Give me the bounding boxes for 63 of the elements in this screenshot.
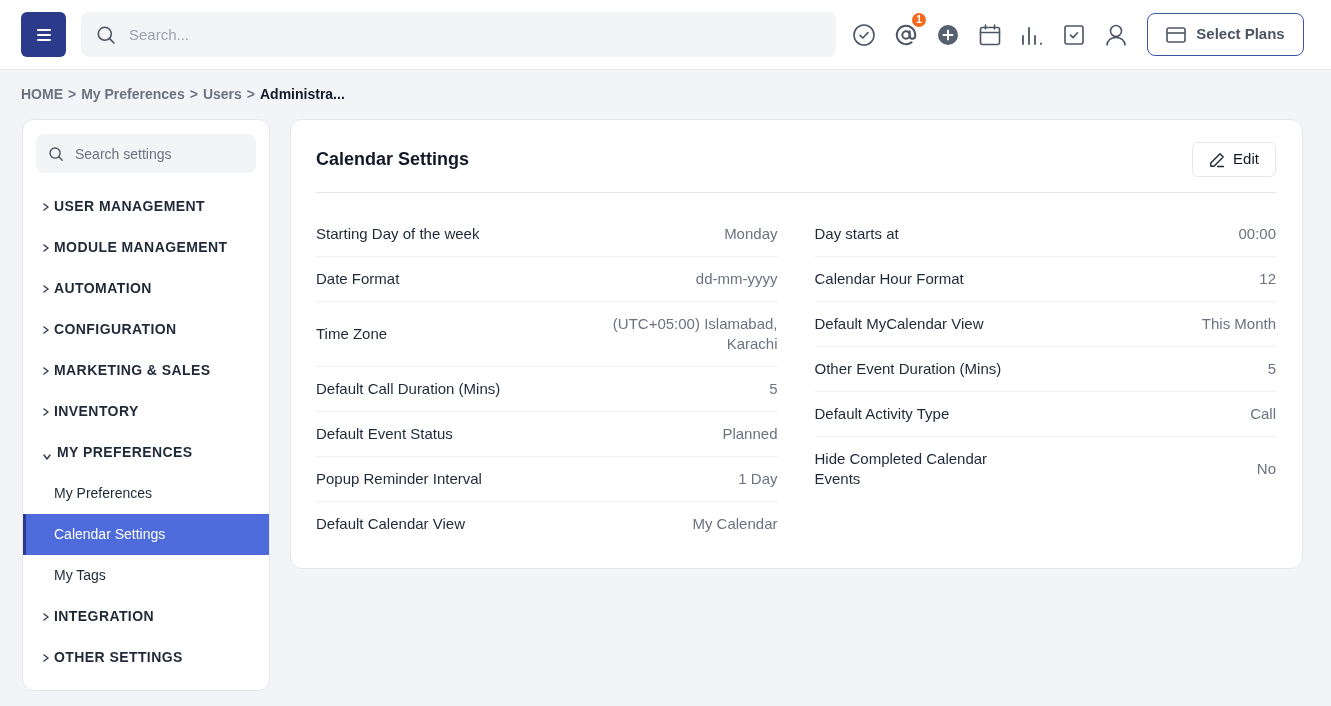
sidebar-section-toggle[interactable]: MARKETING & SALES — [23, 350, 269, 391]
breadcrumb-current: Administra... — [260, 85, 345, 104]
setting-value: (UTC+05:00) Islamabad, Karachi — [611, 314, 778, 354]
user-icon[interactable] — [1105, 23, 1127, 46]
setting-label: Time Zone — [316, 324, 388, 344]
breadcrumb-separator: > — [189, 85, 198, 104]
check-circle-icon[interactable] — [853, 23, 875, 46]
setting-label: Date Format — [316, 269, 400, 289]
plus-circle-icon[interactable] — [937, 23, 959, 46]
setting-value: 00:00 — [1238, 224, 1276, 244]
pencil-icon — [1209, 151, 1226, 168]
settings-search-field[interactable]: Search settings — [36, 134, 256, 173]
search-icon — [49, 147, 63, 161]
setting-label: Default Activity Type — [814, 404, 950, 424]
setting-value: This Month — [1201, 314, 1276, 334]
sidebar-section-toggle[interactable]: CONFIGURATION — [23, 309, 269, 350]
search-icon — [97, 26, 115, 44]
setting-label: Popup Reminder Interval — [316, 469, 482, 489]
setting-value: 12 — [1259, 269, 1276, 289]
credit-card-icon — [1166, 26, 1187, 43]
setting-label: Day starts at — [814, 224, 899, 244]
breadcrumb-separator: > — [246, 85, 255, 104]
setting-value: 1 Day — [738, 469, 778, 489]
checkbox-icon[interactable] — [1063, 23, 1085, 46]
setting-label: Hide Completed Calendar Events — [814, 449, 989, 489]
sidebar-section-toggle[interactable]: AUTOMATION — [23, 268, 269, 309]
sidebar-section-toggle[interactable]: OTHER SETTINGS — [23, 637, 269, 678]
menu-icon — [36, 28, 51, 41]
sidebar-item[interactable]: My Tags — [23, 555, 269, 596]
setting-value: My Calendar — [692, 514, 778, 534]
sidebar-section-toggle[interactable]: USER MANAGEMENT — [23, 186, 269, 227]
edit-button[interactable]: Edit — [1192, 142, 1276, 177]
count-badge: 1 — [912, 12, 926, 27]
setting-value: Call — [1250, 404, 1276, 424]
setting-value: No — [1256, 459, 1276, 479]
setting-value: Monday — [724, 224, 778, 244]
setting-value: dd-mm-yyyy — [695, 269, 778, 289]
setting-label: Starting Day of the week — [316, 224, 480, 244]
setting-value: 5 — [1267, 359, 1276, 379]
setting-value: Planned — [722, 424, 778, 444]
sidebar-item[interactable]: My Preferences — [23, 473, 269, 514]
setting-label: Other Event Duration (Mins) — [814, 359, 1002, 379]
sidebar-section-toggle[interactable]: INVENTORY — [23, 391, 269, 432]
setting-value: 5 — [769, 379, 778, 399]
select-plans-button[interactable]: Select Plans — [1147, 13, 1304, 56]
menu-button[interactable] — [21, 12, 66, 57]
setting-label: Calendar Hour Format — [814, 269, 964, 289]
breadcrumb-link[interactable]: HOME — [21, 84, 63, 105]
setting-label: Default Event Status — [316, 424, 453, 444]
breadcrumb-link[interactable]: Users — [202, 84, 242, 105]
panel-title: Calendar Settings — [316, 148, 470, 171]
setting-label: Default Call Duration (Mins) — [316, 379, 501, 399]
sidebar-section-toggle[interactable]: MY PREFERENCES — [23, 432, 269, 473]
breadcrumb-link[interactable]: My Preferences — [81, 84, 185, 105]
sidebar-section-toggle[interactable]: INTEGRATION — [23, 596, 269, 637]
sidebar-section-toggle[interactable]: MODULE MANAGEMENT — [23, 227, 269, 268]
at-sign-icon[interactable] — [895, 23, 917, 46]
setting-label: Default Calendar View — [316, 514, 465, 534]
setting-label: Default MyCalendar View — [814, 314, 984, 334]
search-field[interactable]: Search... — [81, 12, 836, 57]
calendar-icon[interactable] — [979, 23, 1001, 46]
sidebar-item[interactable]: Calendar Settings — [23, 514, 269, 555]
breadcrumb-separator: > — [68, 85, 77, 104]
